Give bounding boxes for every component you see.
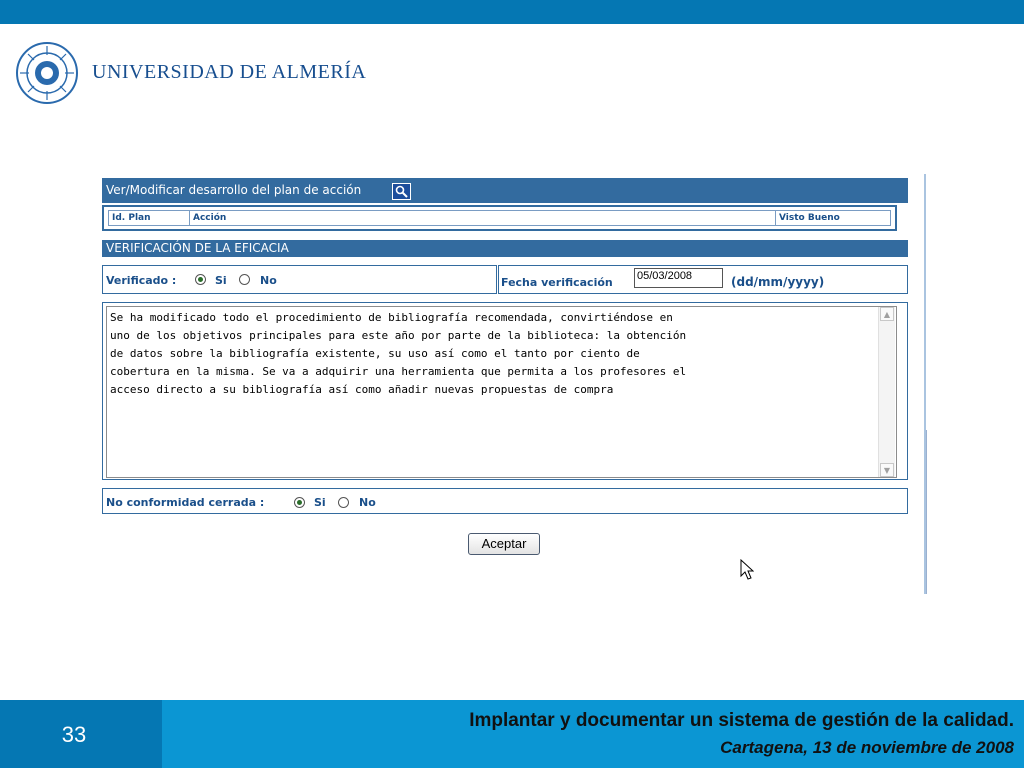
verificado-si-radio[interactable] (195, 274, 206, 285)
university-name: UNIVERSIDAD DE ALMERÍA (92, 61, 367, 83)
plan-table-header-row: Id. Plan Acción Visto Bueno (108, 210, 891, 226)
search-button[interactable] (392, 183, 411, 200)
no-conformidad-group: No conformidad cerrada : Si No (102, 488, 908, 514)
column-id-plan: Id. Plan (112, 213, 151, 223)
slide-number: 33 (61, 722, 87, 747)
app-window: Ver/Modificar desarrollo del plan de acc… (100, 174, 928, 594)
verificado-si-label: Si (215, 274, 227, 287)
university-seal-icon (16, 42, 78, 104)
column-visto-bueno: Visto Bueno (779, 213, 840, 223)
comments-textarea[interactable]: Se ha modificado todo el procedimiento d… (106, 306, 897, 478)
verificado-no-radio[interactable] (239, 274, 250, 285)
column-accion: Acción (193, 213, 227, 223)
fecha-label: Fecha verificación (501, 276, 613, 289)
plan-section-title: Ver/Modificar desarrollo del plan de acc… (106, 183, 362, 197)
accept-button[interactable]: Aceptar (468, 533, 540, 555)
footer-subtitle: Cartagena, 13 de noviembre de 2008 (720, 738, 1014, 757)
fecha-input[interactable]: 05/03/2008 (634, 268, 723, 288)
footer-title: Implantar y documentar un sistema de ges… (469, 710, 1014, 731)
verification-section-title: VERIFICACIÓN DE LA EFICACIA (106, 241, 289, 255)
verificado-no-label: No (260, 274, 277, 287)
verificado-label: Verificado : (106, 274, 177, 287)
mouse-cursor-icon (740, 559, 754, 580)
plan-section-header: Ver/Modificar desarrollo del plan de acc… (102, 178, 908, 203)
no-conformidad-si-radio[interactable] (294, 497, 305, 508)
app-border-inner (926, 430, 927, 594)
footer-slide-number-panel: 33 (0, 700, 162, 768)
top-bar (0, 0, 1024, 24)
comments-group: Se ha modificado todo el procedimiento d… (102, 302, 908, 480)
scroll-down-icon[interactable]: ▼ (880, 463, 894, 477)
comments-scrollbar[interactable]: ▲ ▼ (878, 307, 895, 477)
scroll-up-icon[interactable]: ▲ (880, 307, 894, 321)
plan-table: Id. Plan Acción Visto Bueno (102, 205, 897, 231)
no-conformidad-label: No conformidad cerrada : (106, 496, 265, 509)
footer-title-panel: Implantar y documentar un sistema de ges… (162, 700, 1024, 768)
verificado-group: Verificado : Si No (102, 265, 497, 294)
verification-section-header: VERIFICACIÓN DE LA EFICACIA (102, 240, 908, 257)
no-conformidad-si-label: Si (314, 496, 326, 509)
magnifier-icon (395, 185, 408, 198)
no-conformidad-no-label: No (359, 496, 376, 509)
no-conformidad-no-radio[interactable] (338, 497, 349, 508)
fecha-format-hint: (dd/mm/yyyy) (731, 275, 825, 289)
